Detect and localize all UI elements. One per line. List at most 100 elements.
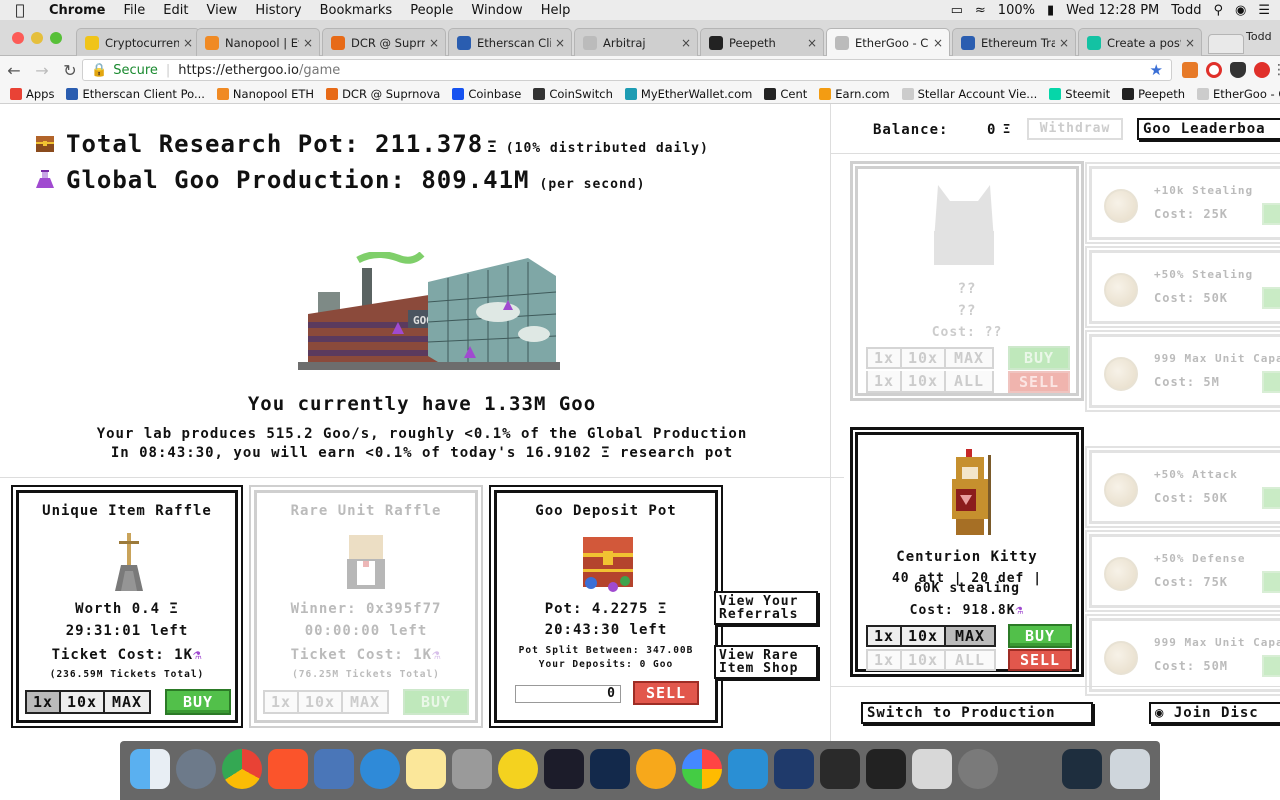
storage-app-icon[interactable] — [866, 749, 906, 789]
lock-icon[interactable]: 🔒 — [91, 63, 107, 78]
qty-max-button[interactable]: MAX — [105, 692, 149, 712]
goo-leaderboard-button[interactable]: Goo Leaderboa — [1137, 118, 1280, 140]
cyberghost-icon[interactable] — [498, 749, 538, 789]
wifi-icon[interactable]: ≈ — [975, 3, 986, 18]
menu-history[interactable]: History — [246, 3, 310, 18]
buy-unit-button[interactable]: BUY — [1008, 624, 1072, 648]
qty-1x-button[interactable]: 1x — [868, 349, 902, 367]
join-discord-button[interactable]: ◉ Join Disc — [1149, 702, 1280, 724]
sell-unit-button[interactable]: SELL — [1008, 371, 1070, 393]
airplay-icon[interactable]: ▭ — [951, 3, 963, 18]
withdraw-button[interactable]: Withdraw — [1027, 118, 1123, 140]
upgrade-buy-button[interactable] — [1262, 571, 1280, 593]
user-name[interactable]: Todd — [1171, 3, 1201, 18]
window-zoom-button[interactable] — [50, 32, 62, 44]
calculator-icon[interactable] — [452, 749, 492, 789]
menu-bookmarks[interactable]: Bookmarks — [311, 3, 402, 18]
browser-tab[interactable]: Nanopool | Eth × — [196, 28, 320, 56]
browser-tab[interactable]: Ethereum Trans × — [952, 28, 1076, 56]
tab-close-icon[interactable]: × — [681, 36, 691, 50]
qty-all-button[interactable]: ALL — [946, 651, 994, 669]
profile-button[interactable]: Todd — [1246, 30, 1272, 43]
buy-tickets-button[interactable]: BUY — [403, 689, 469, 715]
layers-app-icon[interactable] — [912, 749, 952, 789]
sell-goo-button[interactable]: SELL — [633, 681, 699, 705]
upgrade-buy-button[interactable] — [1262, 371, 1280, 393]
atom-icon[interactable] — [544, 749, 584, 789]
reload-icon[interactable]: ↻ — [56, 61, 84, 80]
tab-close-icon[interactable]: × — [1059, 36, 1069, 50]
qty-1x-button[interactable]: 1x — [868, 627, 902, 645]
shield-extension-icon[interactable] — [1230, 62, 1246, 78]
notification-center-icon[interactable]: ☰ — [1258, 3, 1270, 18]
bookmark-item[interactable]: Steemit — [1049, 87, 1110, 101]
back-arrow-icon[interactable]: ← — [0, 61, 28, 80]
view-referrals-button[interactable]: View Your Referrals — [714, 591, 818, 625]
qty-max-button[interactable]: MAX — [946, 627, 994, 645]
menu-app-name[interactable]: Chrome — [40, 3, 115, 18]
trash-icon[interactable] — [1110, 749, 1150, 789]
apple-icon[interactable]:  — [0, 1, 40, 19]
buy-tickets-button[interactable]: BUY — [165, 689, 231, 715]
qty-all-button[interactable]: ALL — [946, 371, 992, 391]
bookmark-item[interactable]: EtherGoo - Crypto I... — [1197, 87, 1280, 101]
bookmark-item[interactable]: Earn.com — [819, 87, 890, 101]
spotlight-search-icon[interactable]: ⚲ — [1213, 3, 1223, 18]
bookmark-item[interactable]: Stellar Account Vie... — [901, 87, 1037, 101]
bookmark-star-icon[interactable]: ★ — [1150, 61, 1163, 79]
deposit-amount-input[interactable]: 0 — [515, 685, 621, 703]
menu-view[interactable]: View — [197, 3, 246, 18]
browser-tab[interactable]: Arbitraj × — [574, 28, 698, 56]
qty-10x-button[interactable]: 10x — [902, 349, 946, 367]
qty-1x-button[interactable]: 1x — [868, 651, 902, 669]
bookmark-item[interactable]: DCR @ Suprnova — [326, 87, 440, 101]
menu-people[interactable]: People — [401, 3, 462, 18]
qty-1x-button[interactable]: 1x — [265, 692, 299, 712]
upgrade-buy-button[interactable] — [1262, 655, 1280, 677]
browser-tab[interactable]: Etherscan Clien × — [448, 28, 572, 56]
qty-max-button[interactable]: MAX — [946, 349, 992, 367]
window-close-button[interactable] — [12, 32, 24, 44]
bookmark-item[interactable]: MyEtherWallet.com — [624, 87, 752, 101]
clock[interactable]: Wed 12:28 PM — [1066, 3, 1159, 18]
browser-tab[interactable]: Create a post - × — [1078, 28, 1202, 56]
siri-icon[interactable]: ◉ — [1235, 3, 1246, 18]
view-rare-item-shop-button[interactable]: View Rare Item Shop — [714, 645, 818, 679]
tab-close-icon[interactable]: × — [933, 36, 943, 50]
browser-tab[interactable]: Peepeth × — [700, 28, 824, 56]
chrome-menu-icon[interactable]: ⋮ — [1272, 62, 1280, 78]
metamask-icon[interactable] — [1182, 62, 1198, 78]
tab-close-icon[interactable]: × — [183, 36, 193, 50]
address-bar[interactable]: 🔒 Secure | https://ethergoo.io /game ★ — [82, 59, 1172, 81]
launchpad-icon[interactable] — [176, 749, 216, 789]
notes-icon[interactable] — [406, 749, 446, 789]
battery-icon[interactable]: ▮ — [1047, 3, 1054, 18]
buy-unit-button[interactable]: BUY — [1008, 346, 1070, 370]
qty-10x-button[interactable]: 10x — [299, 692, 343, 712]
bookmark-item[interactable]: Coinbase — [452, 87, 521, 101]
switch-to-production-button[interactable]: Switch to Production — [861, 702, 1093, 724]
menu-file[interactable]: File — [115, 3, 155, 18]
new-tab-button[interactable] — [1208, 34, 1244, 54]
tab-close-icon[interactable]: × — [807, 36, 817, 50]
qty-10x-button[interactable]: 10x — [61, 692, 105, 712]
finder-icon[interactable] — [130, 749, 170, 789]
qty-10x-button[interactable]: 10x — [902, 627, 946, 645]
browser-tab[interactable]: Cryptocurrency × — [76, 28, 200, 56]
qty-1x-button[interactable]: 1x — [868, 371, 902, 391]
mail-icon[interactable] — [314, 749, 354, 789]
chrome-icon[interactable] — [222, 749, 262, 789]
tab-close-icon[interactable]: × — [555, 36, 565, 50]
upgrade-buy-button[interactable] — [1262, 203, 1280, 225]
tab-close-icon[interactable]: × — [1185, 36, 1195, 50]
steam-icon[interactable] — [590, 749, 630, 789]
safari-icon[interactable] — [360, 749, 400, 789]
mountain-app-icon[interactable] — [728, 749, 768, 789]
tab-close-icon[interactable]: × — [303, 36, 313, 50]
sia-icon[interactable] — [820, 749, 860, 789]
bookmark-item[interactable]: Peepeth — [1122, 87, 1185, 101]
menu-edit[interactable]: Edit — [154, 3, 197, 18]
adblock-icon[interactable] — [1254, 62, 1270, 78]
sell-unit-button[interactable]: SELL — [1008, 649, 1072, 671]
photos-icon[interactable] — [682, 749, 722, 789]
